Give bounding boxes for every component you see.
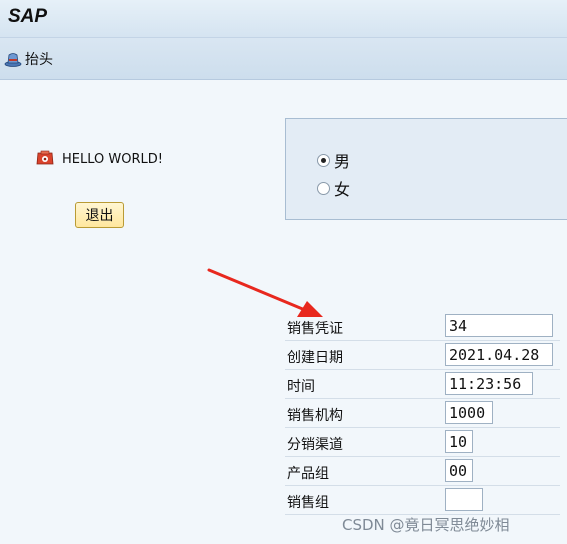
hello-text: HELLO WORLD! [62, 152, 163, 167]
radio-female[interactable]: 女 [317, 176, 350, 200]
form-row-time: 时间 11:23:56 [285, 370, 560, 399]
form-row-sales-doc: 销售凭证 34 [285, 312, 560, 341]
gender-radio-group: 男 女 [285, 118, 567, 220]
sales-form: 销售凭证 34 创建日期 2021.04.28 时间 11:23:56 销售机构… [285, 312, 560, 515]
sales-org-field[interactable]: 1000 [445, 401, 493, 424]
radio-male-circle[interactable] [317, 153, 330, 167]
main-content: HELLO WORLD! 退出 男 女 销售凭证 34 创建日期 2021.04… [0, 80, 567, 544]
created-date-field[interactable]: 2021.04.28 [445, 343, 553, 366]
time-field[interactable]: 11:23:56 [445, 372, 533, 395]
distribution-channel-label: 分销渠道 [287, 437, 343, 453]
sales-group-field[interactable] [445, 488, 483, 511]
hat-icon [4, 51, 22, 67]
app-title: SAP [8, 6, 48, 27]
created-date-label: 创建日期 [287, 350, 343, 366]
product-group-label: 产品组 [287, 466, 329, 482]
sales-group-label: 销售组 [287, 495, 329, 511]
radio-male[interactable]: 男 [317, 148, 350, 172]
radio-male-label: 男 [334, 152, 351, 171]
sales-org-label: 销售机构 [287, 408, 343, 424]
sales-doc-label: 销售凭证 [287, 321, 343, 337]
form-row-sales-group: 销售组 [285, 486, 560, 515]
hello-message: HELLO WORLD! [36, 150, 163, 169]
watermark: CSDN @竟日冥思绝妙相 [342, 516, 510, 534]
sales-doc-field[interactable]: 34 [445, 314, 553, 337]
header-button[interactable]: 抬头 [4, 48, 53, 70]
form-row-sales-org: 销售机构 1000 [285, 399, 560, 428]
distribution-channel-field[interactable]: 10 [445, 430, 473, 453]
info-icon [36, 150, 54, 169]
toolbar: 抬头 [0, 38, 567, 80]
title-bar: SAP [0, 0, 567, 38]
product-group-field[interactable]: 00 [445, 459, 473, 482]
header-button-label: 抬头 [25, 52, 53, 68]
radio-female-circle[interactable] [317, 181, 330, 195]
form-row-product-group: 产品组 00 [285, 457, 560, 486]
time-label: 时间 [287, 379, 315, 395]
form-row-distribution-channel: 分销渠道 10 [285, 428, 560, 457]
form-row-created-date: 创建日期 2021.04.28 [285, 341, 560, 370]
radio-female-label: 女 [334, 180, 351, 199]
exit-button[interactable]: 退出 [75, 202, 124, 228]
